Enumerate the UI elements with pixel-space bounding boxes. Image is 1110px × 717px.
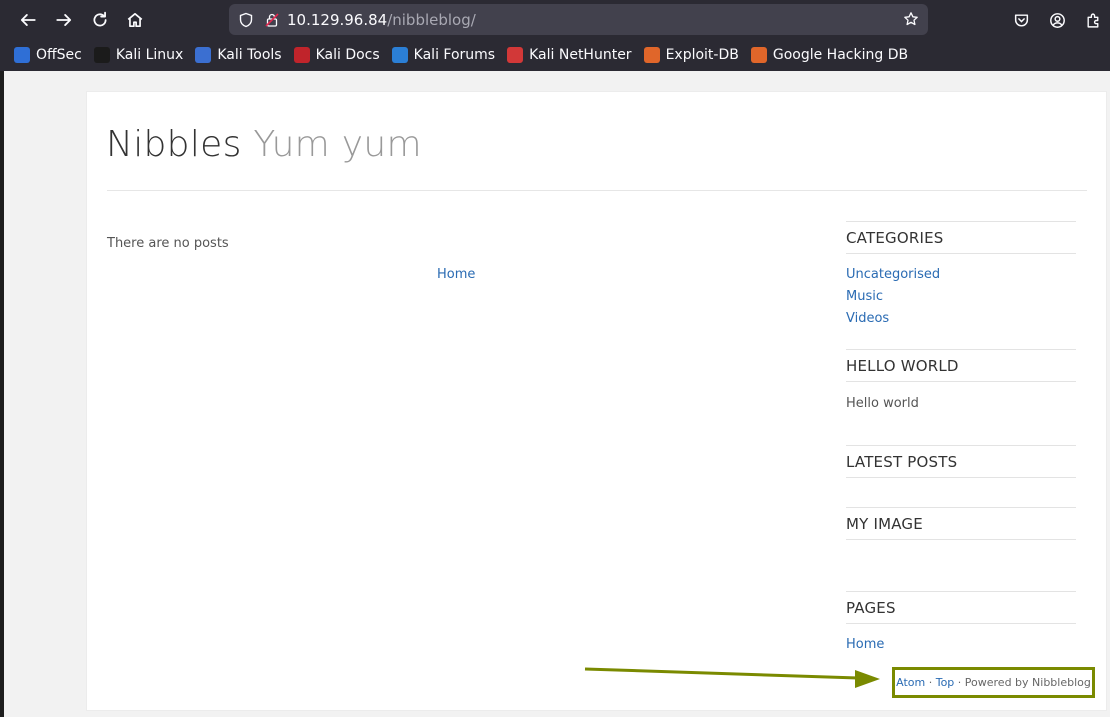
footer-separator: · bbox=[925, 676, 936, 689]
bookmark-favicon-icon bbox=[391, 47, 408, 63]
bookmark-label: Google Hacking DB bbox=[772, 47, 909, 63]
bookmark-favicon-icon bbox=[643, 47, 660, 63]
bookmark-item[interactable]: Kali Tools bbox=[195, 47, 282, 63]
bookmark-label: Kali NetHunter bbox=[529, 47, 632, 63]
bookmark-favicon-icon bbox=[750, 47, 767, 63]
reload-button[interactable] bbox=[86, 6, 114, 34]
arrow-right-icon bbox=[56, 14, 72, 26]
puzzle-icon bbox=[1086, 13, 1098, 28]
bookmark-label: Kali Forums bbox=[413, 47, 496, 63]
bookmark-favicon-icon bbox=[507, 47, 524, 63]
category-link[interactable]: Videos bbox=[846, 311, 889, 326]
hello-world-text: Hello world bbox=[846, 396, 919, 411]
url-host: 10.129.96.84 bbox=[287, 10, 388, 29]
no-posts-message: There are no posts bbox=[107, 236, 229, 251]
powered-by-text: Powered by Nibbleblog bbox=[964, 676, 1091, 689]
reload-icon bbox=[93, 11, 107, 27]
bookmark-label: Kali Docs bbox=[315, 47, 380, 63]
blog-title: Nibbles Yum yum bbox=[106, 124, 422, 165]
pocket-icon bbox=[1014, 13, 1028, 27]
account-button[interactable] bbox=[1043, 6, 1071, 34]
blog-slogan: Yum yum bbox=[253, 124, 422, 165]
blog-container bbox=[86, 91, 1107, 711]
shield-icon[interactable] bbox=[235, 9, 257, 31]
bookmark-favicon-icon bbox=[14, 47, 30, 63]
latest-posts-heading: LATEST POSTS bbox=[846, 453, 958, 471]
back-button[interactable] bbox=[14, 6, 42, 34]
bookmark-favicon-icon bbox=[93, 47, 110, 63]
bookmark-favicon-icon bbox=[195, 47, 212, 63]
insecure-lock-icon[interactable] bbox=[261, 9, 283, 31]
pager-home-link[interactable]: Home bbox=[437, 267, 475, 282]
url-text[interactable]: 10.129.96.84/nibbleblog/ bbox=[287, 11, 476, 29]
bookmark-label: Exploit-DB bbox=[665, 47, 739, 63]
category-link[interactable]: Music bbox=[846, 289, 883, 304]
bookmark-star-icon[interactable] bbox=[900, 8, 922, 30]
atom-feed-link[interactable]: Atom bbox=[896, 676, 925, 689]
divider bbox=[846, 253, 1076, 254]
bookmark-item[interactable]: Kali Forums bbox=[391, 47, 496, 63]
category-link[interactable]: Uncategorised bbox=[846, 267, 940, 282]
divider bbox=[846, 349, 1076, 350]
pocket-button[interactable] bbox=[1007, 6, 1035, 34]
page-link-home[interactable]: Home bbox=[846, 637, 884, 652]
divider bbox=[846, 221, 1076, 222]
divider bbox=[846, 445, 1076, 446]
bookmark-favicon-icon bbox=[293, 47, 310, 63]
bookmarks-toolbar: OffSec Kali Linux Kali Tools Kali Docs Kali … bbox=[0, 40, 1110, 70]
home-button[interactable] bbox=[121, 6, 149, 34]
arrow-left-icon bbox=[20, 14, 36, 26]
divider bbox=[107, 190, 1087, 191]
bookmark-label: Kali Linux bbox=[115, 47, 184, 63]
browser-toolbar: 10.129.96.84/nibbleblog/ OffSec Kali Linu… bbox=[0, 0, 1110, 71]
extensions-button[interactable] bbox=[1079, 6, 1107, 34]
bookmark-item[interactable]: OffSec bbox=[14, 47, 82, 63]
categories-heading: CATEGORIES bbox=[846, 229, 944, 247]
url-path: /nibbleblog/ bbox=[387, 10, 476, 29]
bookmark-item[interactable]: Google Hacking DB bbox=[750, 47, 909, 63]
divider bbox=[846, 539, 1076, 540]
bookmark-item[interactable]: Kali Docs bbox=[293, 47, 380, 63]
address-bar[interactable]: 10.129.96.84/nibbleblog/ bbox=[229, 4, 928, 35]
forward-button[interactable] bbox=[50, 6, 78, 34]
blog-name: Nibbles bbox=[106, 124, 242, 165]
window-edge bbox=[0, 71, 4, 717]
bookmark-item[interactable]: Exploit-DB bbox=[643, 47, 739, 63]
bookmark-label: OffSec bbox=[36, 47, 82, 63]
divider bbox=[846, 477, 1076, 478]
divider bbox=[846, 623, 1076, 624]
hello-world-heading: HELLO WORLD bbox=[846, 357, 959, 375]
top-link[interactable]: Top bbox=[936, 676, 955, 689]
home-icon bbox=[127, 12, 143, 28]
divider bbox=[846, 507, 1076, 508]
bookmark-item[interactable]: Kali Linux bbox=[93, 47, 184, 63]
bookmark-label: Kali Tools bbox=[217, 47, 282, 63]
pages-heading: PAGES bbox=[846, 599, 896, 617]
divider bbox=[846, 591, 1076, 592]
my-image-heading: MY IMAGE bbox=[846, 515, 923, 533]
bookmark-item[interactable]: Kali NetHunter bbox=[507, 47, 632, 63]
divider bbox=[846, 381, 1076, 382]
footer-separator: · bbox=[954, 676, 965, 689]
account-icon bbox=[1049, 12, 1065, 28]
footer-highlight: Atom · Top · Powered by Nibbleblog bbox=[892, 667, 1095, 698]
